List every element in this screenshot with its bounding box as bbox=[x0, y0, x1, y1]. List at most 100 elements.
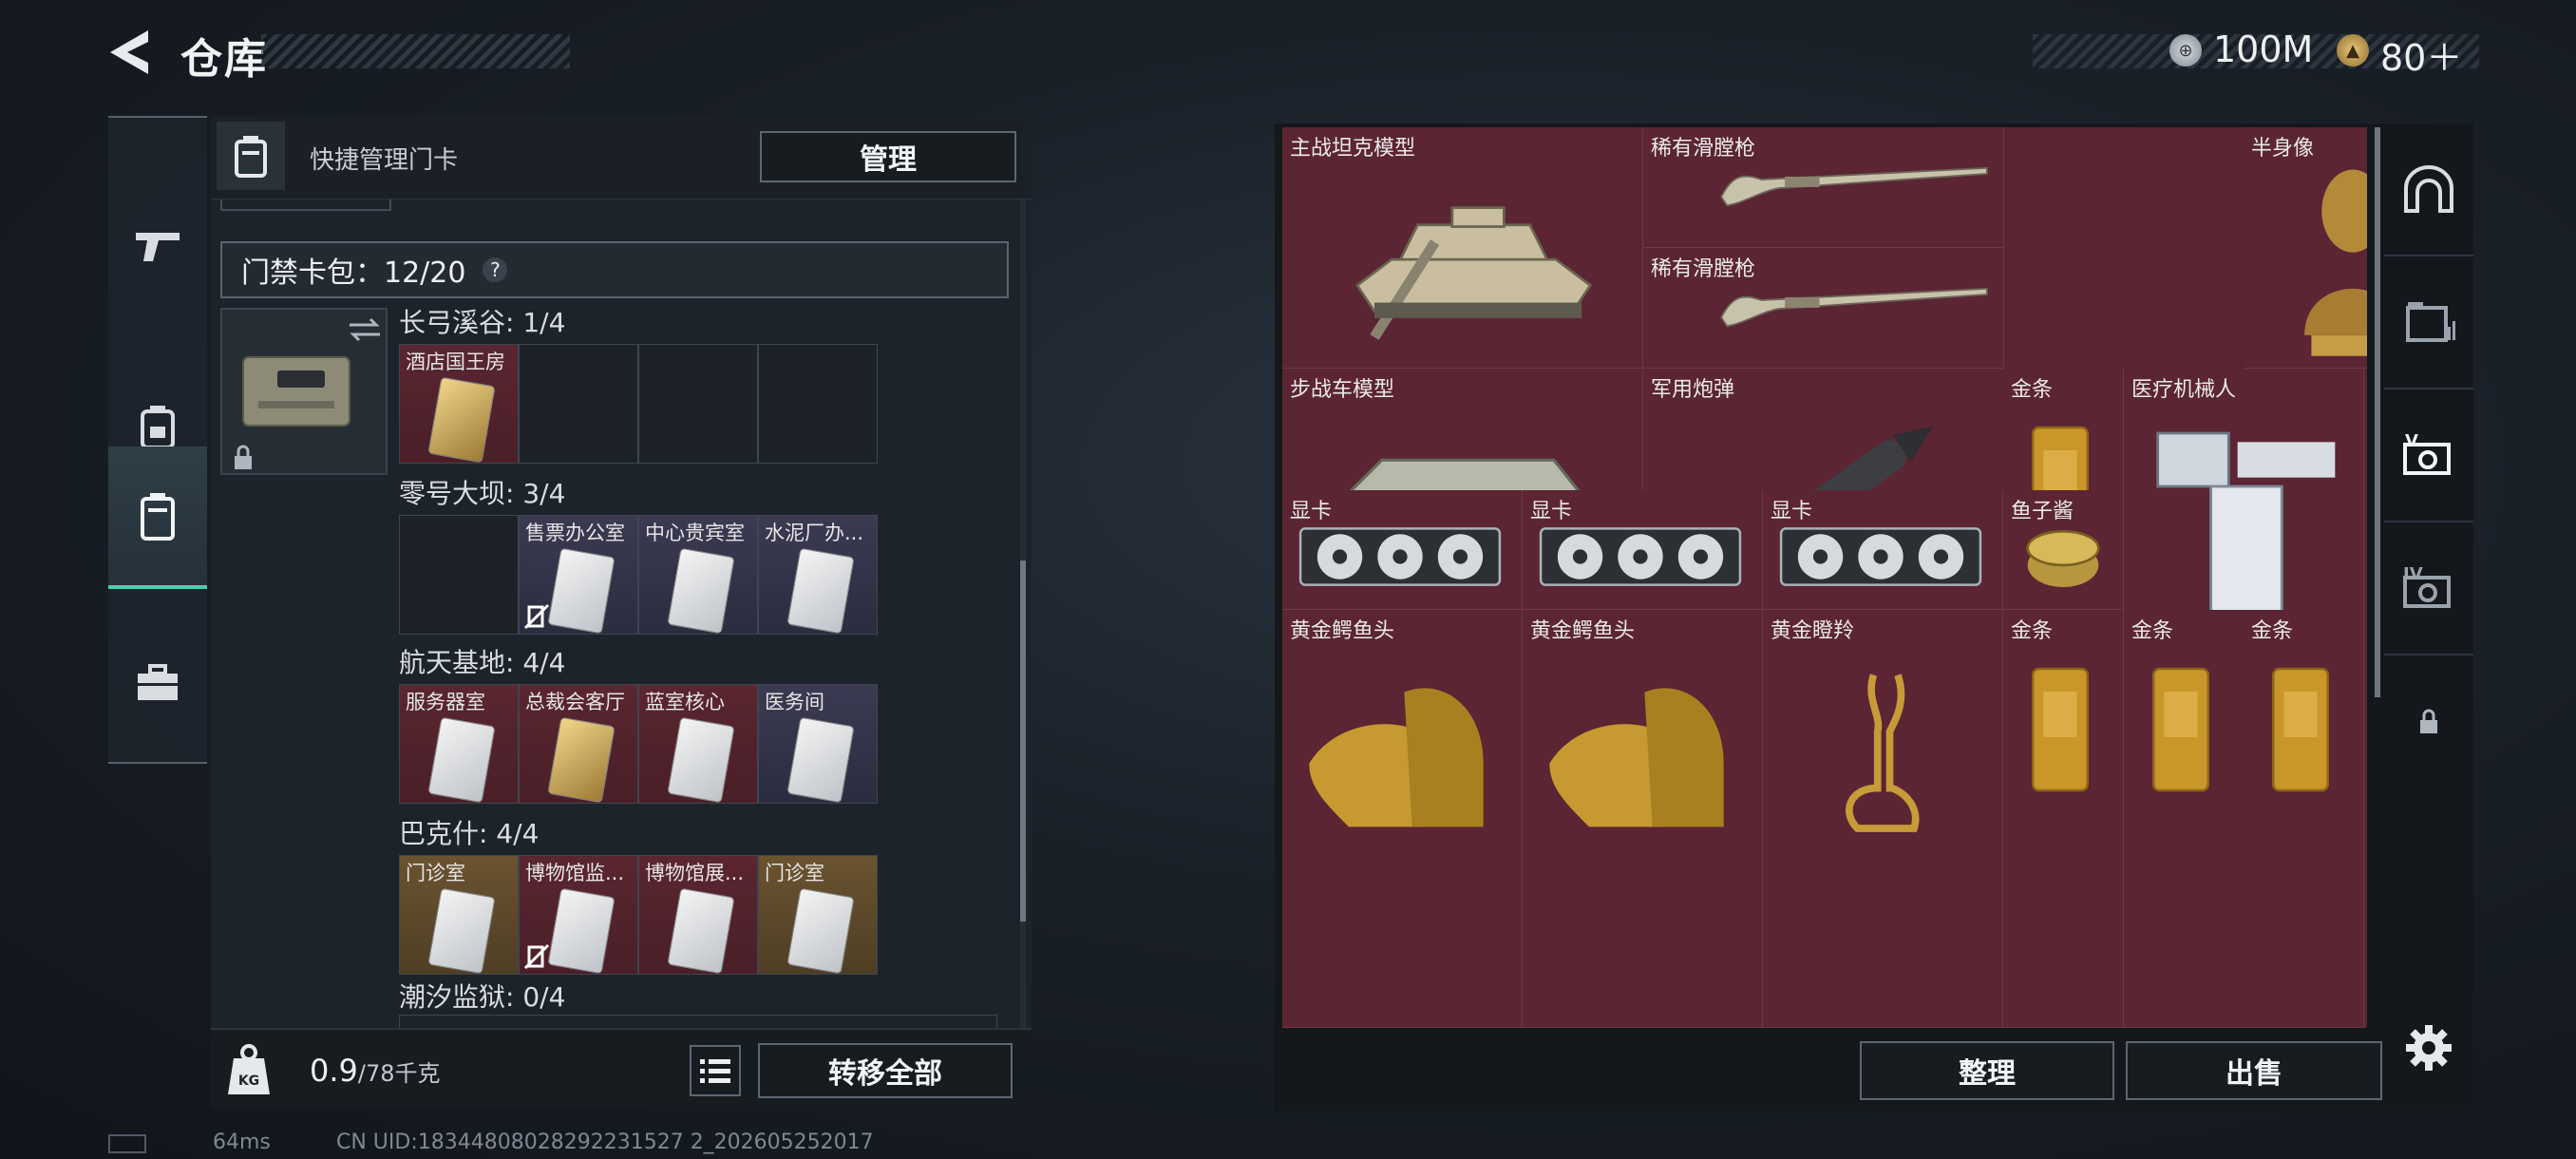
storage-item-gpu[interactable]: 显卡 bbox=[1763, 490, 2003, 610]
rail-tab-weapons[interactable] bbox=[108, 175, 207, 317]
storage-tab-locked[interactable] bbox=[2384, 656, 2473, 788]
keycard-image bbox=[667, 887, 735, 974]
empty-keycard-slot[interactable] bbox=[399, 515, 519, 635]
section-title: 巴克什: 4/4 bbox=[399, 818, 540, 849]
keycard-slot[interactable]: 总裁会客厅 bbox=[519, 684, 638, 804]
category-rail bbox=[108, 116, 207, 764]
storage-item-gazelle[interactable]: 黄金瞪羚 bbox=[1763, 610, 2003, 1028]
storage-item-gpu[interactable]: 显卡 bbox=[1282, 490, 1523, 610]
storage-item-gold[interactable]: 金条 bbox=[2244, 610, 2364, 1028]
svg-text:IV: IV bbox=[2403, 564, 2423, 584]
croc-image bbox=[1301, 648, 1491, 847]
toolbox-icon bbox=[138, 664, 178, 700]
settings-button[interactable] bbox=[2403, 1022, 2454, 1074]
back-button[interactable] bbox=[106, 27, 154, 78]
sell-button[interactable]: 出售 bbox=[2126, 1041, 2382, 1100]
swap-icon[interactable] bbox=[348, 315, 382, 344]
keycard-label: 总裁会客厅 bbox=[525, 691, 625, 713]
storage-item-croc[interactable]: 黄金鳄鱼头 bbox=[1523, 610, 1763, 1028]
keycard-label: 医务间 bbox=[765, 691, 824, 713]
storage-tab-rail: V IV bbox=[2384, 124, 2473, 788]
storage-item-tank[interactable]: 主战坦克模型 bbox=[1282, 127, 1643, 369]
back-arrow-icon bbox=[110, 30, 148, 74]
section-slots-partial bbox=[399, 1015, 997, 1028]
storage-item-croc[interactable]: 黄金鳄鱼头 bbox=[1282, 610, 1523, 1028]
unusable-icon bbox=[523, 943, 550, 970]
silver-coin-icon: ⊕ bbox=[2169, 34, 2202, 66]
keycard-label: 蓝室核心 bbox=[645, 691, 725, 713]
storage-tab-2[interactable] bbox=[2384, 256, 2473, 390]
keycard-slot[interactable]: 酒店国王房 bbox=[399, 344, 519, 464]
storage-item-gpu[interactable]: 显卡 bbox=[1523, 490, 1763, 610]
storage-item-caviar[interactable]: 鱼子酱 bbox=[2003, 490, 2124, 610]
item-label: 金条 bbox=[2011, 378, 2054, 402]
gpu-image bbox=[1776, 519, 1985, 595]
keycard-label: 门诊室 bbox=[406, 862, 465, 884]
keycard-slot[interactable]: 水泥厂办... bbox=[758, 515, 878, 635]
keycard-slot[interactable]: 门诊室 bbox=[399, 855, 519, 975]
keycard-label: 服务器室 bbox=[406, 691, 485, 713]
item-label: 金条 bbox=[2251, 619, 2294, 643]
storage-tab-all[interactable] bbox=[2384, 124, 2473, 256]
empty-keycard-slot[interactable] bbox=[519, 344, 638, 464]
item-label: 黄金瞪羚 bbox=[1771, 619, 1855, 643]
storage-item-musket[interactable]: 稀有滑膛枪 bbox=[1643, 127, 2004, 248]
item-label: 金条 bbox=[2131, 619, 2174, 643]
storage-tab-4[interactable]: IV bbox=[2384, 522, 2473, 656]
gold-image bbox=[2022, 644, 2098, 815]
empty-keycard-slot[interactable] bbox=[638, 344, 758, 464]
list-view-button[interactable] bbox=[690, 1045, 741, 1096]
keycard-label: 博物馆展... bbox=[645, 862, 745, 884]
tab-stub bbox=[220, 200, 391, 211]
gazelle-image bbox=[1801, 648, 1962, 847]
manage-button[interactable]: 管理 bbox=[760, 131, 1016, 182]
gun-icon bbox=[136, 233, 180, 261]
lock-icon bbox=[2420, 709, 2437, 733]
empty-keycard-slot[interactable] bbox=[758, 344, 878, 464]
keycard-slot[interactable]: 博物馆展... bbox=[638, 855, 758, 975]
keycard-slot[interactable]: 医务间 bbox=[758, 684, 878, 804]
help-icon[interactable]: ? bbox=[483, 257, 508, 282]
keycard-label: 中心贵宾室 bbox=[645, 522, 745, 544]
storage-item-bust[interactable]: 半身像 bbox=[2244, 127, 2367, 369]
keycard-slot[interactable]: 博物馆监... bbox=[519, 855, 638, 975]
uid-readout: CN UID:18344808028292231527 2_2026052520… bbox=[336, 1130, 874, 1154]
keycard-case-preview[interactable] bbox=[220, 308, 388, 475]
keycard-slot[interactable]: 服务器室 bbox=[399, 684, 519, 804]
title-decoration bbox=[261, 34, 570, 68]
storage-item-gold[interactable]: 金条 bbox=[2124, 610, 2245, 1028]
storage-item-gold[interactable]: 金条 bbox=[2003, 610, 2124, 1028]
keycard-scrollbar-thumb[interactable] bbox=[1020, 560, 1026, 922]
ping-readout: 64ms bbox=[213, 1130, 271, 1154]
keycard-label: 门诊室 bbox=[765, 862, 824, 884]
rail-tab-keycards[interactable] bbox=[108, 446, 207, 589]
currency-gold-amount: 80＋ bbox=[2380, 37, 2463, 79]
keycard-image bbox=[427, 716, 496, 803]
item-label: 黄金鳄鱼头 bbox=[1530, 619, 1636, 643]
transfer-all-button[interactable]: 转移全部 bbox=[758, 1043, 1013, 1098]
storage-scrollbar[interactable] bbox=[2375, 127, 2380, 697]
gpu-image bbox=[1536, 519, 1745, 595]
sort-button[interactable]: 整理 bbox=[1860, 1041, 2114, 1100]
section-title: 零号大坝: 3/4 bbox=[399, 478, 566, 509]
weight-readout: 0.9/78千克 bbox=[310, 1053, 441, 1089]
storage-tab-3[interactable]: V bbox=[2384, 390, 2473, 522]
keycard-image bbox=[427, 376, 496, 463]
vault-icon bbox=[2404, 165, 2453, 213]
weight-icon: KG bbox=[224, 1043, 274, 1096]
keycard-image bbox=[667, 547, 735, 634]
rail-tab-toolbox[interactable] bbox=[108, 612, 207, 754]
keycard-slot[interactable]: 蓝室核心 bbox=[638, 684, 758, 804]
item-label: 医疗机械人 bbox=[2131, 378, 2237, 402]
unusable-icon bbox=[523, 603, 550, 630]
weight-value: 0.9 bbox=[310, 1053, 358, 1089]
section-title: 航天基地: 4/4 bbox=[399, 647, 566, 678]
list-icon bbox=[700, 1059, 730, 1083]
gpu-image bbox=[1296, 519, 1505, 595]
musket-image bbox=[1710, 135, 1998, 230]
keycard-slot[interactable]: 中心贵宾室 bbox=[638, 515, 758, 635]
storage-item-musket[interactable]: 稀有滑膛枪 bbox=[1643, 248, 2004, 369]
keycard-slot[interactable]: 售票办公室 bbox=[519, 515, 638, 635]
battery-icon bbox=[108, 1134, 146, 1153]
keycard-slot[interactable]: 门诊室 bbox=[758, 855, 878, 975]
